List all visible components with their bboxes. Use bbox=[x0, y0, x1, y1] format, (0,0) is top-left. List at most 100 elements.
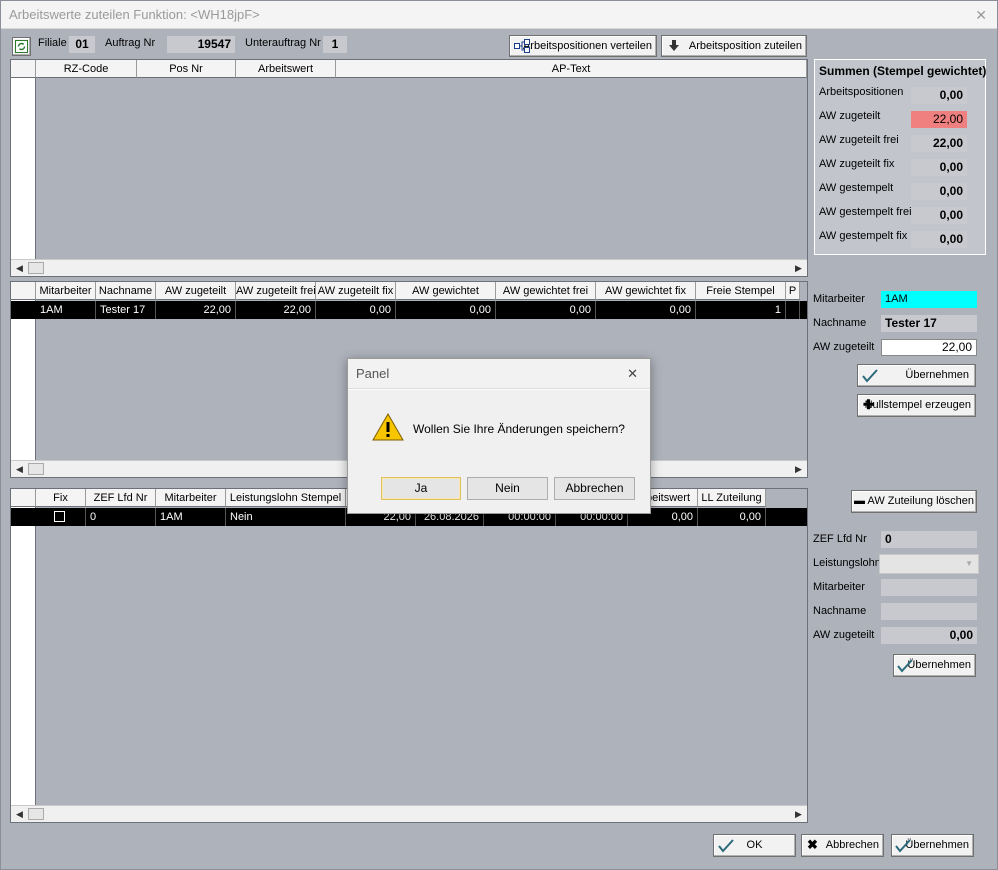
scroll-right-icon[interactable]: ▶ bbox=[790, 461, 807, 478]
zef-cell-3: Nein bbox=[226, 508, 346, 526]
summen-label-6: AW gestempelt fix bbox=[819, 230, 908, 242]
edit2-nachname-field bbox=[881, 603, 977, 620]
mitarbeiter-col-7[interactable]: AW gewichtet fix bbox=[596, 282, 696, 300]
summen-label-0: Arbeitspositionen bbox=[819, 86, 904, 98]
summen-panel: Summen (Stempel gewichtet) Arbeitspositi… bbox=[814, 59, 986, 255]
unterauftrag-value: 1 bbox=[323, 36, 347, 53]
edit2-zef-field: 0 bbox=[881, 531, 977, 548]
mitarbeiter-col-6[interactable]: AW gewichtet frei bbox=[496, 282, 596, 300]
edit2-leistungslohn-select[interactable]: ▼ bbox=[879, 554, 979, 574]
zef-cell-2: 1AM bbox=[156, 508, 226, 526]
mitarbeiter-col-0[interactable]: Mitarbeiter bbox=[36, 282, 96, 300]
zef-col-header[interactable] bbox=[11, 489, 36, 507]
dropdown-arrow-icon: ▼ bbox=[965, 559, 973, 568]
dialog-ja-button[interactable]: Ja bbox=[381, 477, 461, 500]
window-close-icon[interactable]: ✕ bbox=[975, 1, 987, 29]
ap-col-pos-nr[interactable]: Pos Nr bbox=[137, 60, 236, 78]
ap-grid-gutter bbox=[11, 60, 36, 276]
checkmark-icon bbox=[718, 839, 734, 853]
distribute-icon bbox=[514, 39, 530, 53]
edit1-uebernehmen-label: Übernehmen bbox=[905, 369, 969, 381]
mitarbeiter-col-2[interactable]: AW zugeteilt bbox=[156, 282, 236, 300]
x-icon: ✖ bbox=[807, 837, 818, 852]
nullstempel-button[interactable]: ✚ Nullstempel erzeugen bbox=[857, 394, 976, 417]
dialog-close-icon[interactable]: ✕ bbox=[627, 359, 638, 389]
edit1-uebernehmen-button[interactable]: Übernehmen bbox=[857, 364, 976, 387]
scroll-right-icon[interactable]: ▶ bbox=[790, 260, 807, 277]
ap-col-arbeitswert[interactable]: Arbeitswert bbox=[236, 60, 336, 78]
fix-checkbox-cell[interactable] bbox=[36, 508, 86, 526]
mitarbeiter-col-5[interactable]: AW gewichtet bbox=[396, 282, 496, 300]
edit1-mitarbeiter-field[interactable]: 1AM bbox=[881, 291, 977, 308]
mitarbeiter-col-8[interactable]: Freie Stempel bbox=[696, 282, 786, 300]
abbrechen-button[interactable]: ✖ Abbrechen bbox=[801, 834, 884, 857]
ap-col-header[interactable] bbox=[11, 60, 36, 78]
scroll-left-icon[interactable]: ◀ bbox=[11, 260, 28, 277]
edit1-aw-label: AW zugeteilt bbox=[813, 341, 875, 353]
mitarbeiter-col-1[interactable]: Nachname bbox=[96, 282, 156, 300]
summen-label-4: AW gestempelt bbox=[819, 182, 894, 194]
edit2-zef-label: ZEF Lfd Nr bbox=[813, 533, 867, 545]
scroll-thumb[interactable] bbox=[28, 262, 44, 274]
edit2-uebernehmen-label: Übernehmen bbox=[907, 659, 971, 671]
arrow-down-icon bbox=[669, 40, 679, 51]
dialog-nein-button[interactable]: Nein bbox=[467, 477, 548, 500]
mitarbeiter-col-4[interactable]: AW zugeteilt fix bbox=[316, 282, 396, 300]
dialog-abbrechen-button[interactable]: Abbrechen bbox=[554, 477, 635, 500]
zuteilen-label: Arbeitsposition zuteilen bbox=[688, 40, 802, 52]
edit1-nachname-field: Tester 17 bbox=[881, 315, 977, 332]
summen-value-3: 0,00 bbox=[911, 159, 967, 176]
checkmark-icon bbox=[897, 659, 913, 673]
checkmark-icon bbox=[895, 839, 911, 853]
scroll-left-icon[interactable]: ◀ bbox=[11, 461, 28, 478]
zef-grid-scrollbar[interactable]: ◀ ▶ bbox=[11, 805, 807, 822]
mitarbeiter-col-header[interactable] bbox=[11, 282, 36, 300]
mitarbeiter-cell-5: 0,00 bbox=[396, 301, 496, 319]
auftrag-value: 19547 bbox=[167, 36, 235, 53]
arbeitspositionen-verteilen-button[interactable]: Arbeitspositionen verteilen bbox=[509, 35, 657, 57]
scroll-thumb[interactable] bbox=[28, 463, 44, 475]
ok-button[interactable]: OK bbox=[713, 834, 796, 857]
ap-col-rz-code[interactable]: RZ-Code bbox=[36, 60, 137, 78]
summen-value-1: 22,00 bbox=[911, 111, 967, 128]
refresh-button[interactable] bbox=[12, 37, 31, 56]
dialog-title: Panel bbox=[356, 366, 390, 381]
ap-grid-scrollbar[interactable]: ◀ ▶ bbox=[11, 259, 807, 276]
scroll-right-icon[interactable]: ▶ bbox=[790, 806, 807, 823]
mitarbeiter-col-9[interactable]: P bbox=[786, 282, 800, 300]
aw-zuteilung-loeschen-button[interactable]: ▬ AW Zuteilung löschen bbox=[851, 490, 977, 513]
edit2-nachname-label: Nachname bbox=[813, 605, 867, 617]
summen-label-3: AW zugeteilt fix bbox=[819, 158, 895, 170]
save-dialog: Panel ✕ Wollen Sie Ihre Änderungen speic… bbox=[347, 358, 651, 514]
arbeitsposition-zuteilen-button[interactable]: Arbeitsposition zuteilen bbox=[661, 35, 807, 57]
mitarbeiter-row[interactable]: 1AM Tester 17 22,00 22,00 0,00 0,00 0,00 0,00 1 bbox=[11, 301, 807, 319]
footer-uebernehmen-button[interactable]: Übernehmen bbox=[891, 834, 974, 857]
window-title: Arbeitswerte zuteilen Funktion: <WH18jpF… bbox=[9, 7, 260, 22]
zef-col-9[interactable]: LL Zuteilung bbox=[698, 489, 766, 507]
zef-col-3[interactable]: Leistungslohn Stempel bbox=[226, 489, 346, 507]
edit2-aw-label: AW zugeteilt bbox=[813, 629, 875, 641]
zef-col-2[interactable]: Mitarbeiter bbox=[156, 489, 226, 507]
edit1-aw-field[interactable]: 22,00 bbox=[881, 339, 977, 356]
zef-grid[interactable]: Fix ZEF Lfd Nr Mitarbeiter Leistungslohn St… bbox=[10, 488, 808, 823]
ok-label: OK bbox=[746, 839, 763, 851]
fix-checkbox[interactable] bbox=[54, 511, 65, 522]
zef-grid-gutter bbox=[11, 489, 36, 822]
mitarbeiter-col-3[interactable]: AW zugeteilt frei bbox=[236, 282, 316, 300]
title-bar: Arbeitswerte zuteilen Funktion: <WH18jpF… bbox=[1, 1, 997, 29]
edit2-uebernehmen-button[interactable]: Übernehmen bbox=[893, 654, 976, 677]
mitarbeiter-cell-4: 0,00 bbox=[316, 301, 396, 319]
ap-col-ap-text[interactable]: AP-Text bbox=[336, 60, 807, 78]
zef-col-1[interactable]: ZEF Lfd Nr bbox=[86, 489, 156, 507]
zef-col-0[interactable]: Fix bbox=[36, 489, 86, 507]
verteilen-label: Arbeitspositionen verteilen bbox=[522, 40, 652, 52]
scroll-thumb[interactable] bbox=[28, 808, 44, 820]
mitarbeiter-cell-0: 1AM bbox=[36, 301, 96, 319]
ap-grid[interactable]: RZ-Code Pos Nr Arbeitswert AP-Text ◀ ▶ bbox=[10, 59, 808, 277]
mitarbeiter-cell-9 bbox=[786, 301, 800, 319]
scroll-left-icon[interactable]: ◀ bbox=[11, 806, 28, 823]
dialog-message: Wollen Sie Ihre Änderungen speichern? bbox=[413, 422, 625, 436]
summen-value-5: 0,00 bbox=[911, 207, 967, 224]
loeschen-label: AW Zuteilung löschen bbox=[867, 495, 975, 507]
summen-value-6: 0,00 bbox=[911, 231, 967, 248]
